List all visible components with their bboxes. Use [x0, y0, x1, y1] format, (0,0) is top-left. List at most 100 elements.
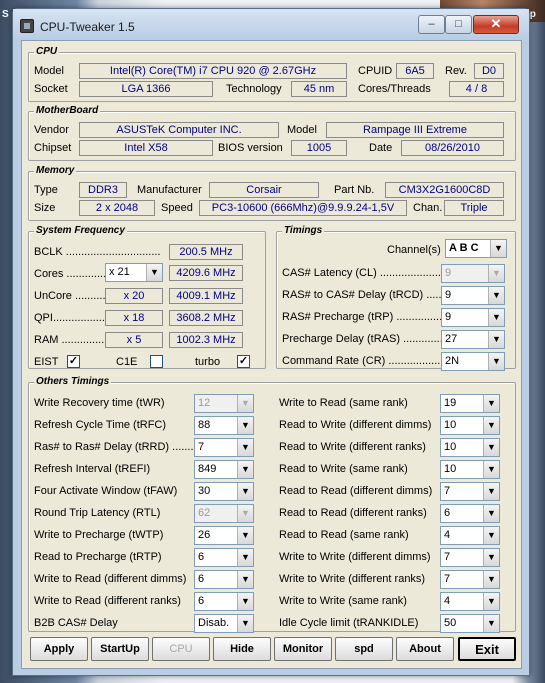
chevron-down-icon[interactable]: ▼ — [237, 571, 253, 588]
others-right-9-select[interactable]: 4 ▼ — [440, 592, 500, 611]
channels-select[interactable]: A B C ▼ — [445, 239, 507, 258]
eist-checkbox[interactable]: ✓ — [67, 355, 80, 368]
others-left-3-select[interactable]: 849 ▼ — [194, 460, 254, 479]
chevron-down-icon[interactable]: ▼ — [237, 593, 253, 610]
turbo-checkbox[interactable]: ✓ — [237, 355, 250, 368]
others-right-7-label: Write to Write (different dimms) — [279, 551, 431, 563]
others-left-10-select[interactable]: Disab. ▼ — [194, 614, 254, 633]
chevron-down-icon[interactable]: ▼ — [483, 461, 499, 478]
chevron-down-icon[interactable]: ▼ — [488, 331, 504, 348]
technology-value: 45 nm — [291, 81, 347, 97]
others-right-5-select[interactable]: 6 ▼ — [440, 504, 500, 523]
socket-label: Socket — [34, 83, 68, 95]
ras-to-cas-delay-value: 9 — [445, 289, 452, 301]
others-timings-group-title: Others Timings — [34, 376, 112, 387]
cpuid-value: 6A5 — [396, 63, 434, 79]
others-right-10-select[interactable]: 50 ▼ — [440, 614, 500, 633]
others-right-6-value: 4 — [444, 529, 451, 541]
hide-button[interactable]: Hide — [213, 637, 271, 661]
others-right-4-select[interactable]: 7 ▼ — [440, 482, 500, 501]
chevron-down-icon[interactable]: ▼ — [483, 395, 499, 412]
command-rate-select[interactable]: 2N ▼ — [441, 352, 505, 371]
chevron-down-icon[interactable]: ▼ — [483, 615, 499, 632]
others-left-1-select[interactable]: 88 ▼ — [194, 416, 254, 435]
timings-group-title: Timings — [282, 225, 325, 236]
chevron-down-icon[interactable]: ▼ — [490, 240, 506, 257]
chevron-down-icon[interactable]: ▼ — [488, 309, 504, 326]
chevron-down-icon[interactable]: ▼ — [483, 417, 499, 434]
ras-precharge-label: RAS# Precharge (tRP) ...................… — [282, 311, 458, 323]
chevron-down-icon[interactable]: ▼ — [146, 264, 162, 281]
channel-value: Triple — [444, 200, 504, 216]
others-right-0-select[interactable]: 19 ▼ — [440, 394, 500, 413]
title-bar[interactable]: CPU-Tweaker 1.5 – □ ✕ — [13, 9, 529, 39]
spd-button[interactable]: spd — [335, 637, 393, 661]
exit-button[interactable]: Exit — [458, 637, 516, 661]
others-right-3-select[interactable]: 10 ▼ — [440, 460, 500, 479]
chevron-down-icon[interactable]: ▼ — [483, 483, 499, 500]
others-left-5-select[interactable]: 62 ▼ — [194, 504, 254, 523]
speed-label: Speed — [161, 202, 193, 214]
others-right-8-select[interactable]: 7 ▼ — [440, 570, 500, 589]
others-left-0-value: 12 — [198, 397, 211, 409]
uncore-freq-value: 4009.1 MHz — [169, 288, 243, 304]
cpuid-label: CPUID — [358, 65, 393, 77]
minimize-button[interactable]: – — [418, 15, 445, 34]
others-right-1-select[interactable]: 10 ▼ — [440, 416, 500, 435]
others-left-4-select[interactable]: 30 ▼ — [194, 482, 254, 501]
others-left-8-select[interactable]: 6 ▼ — [194, 570, 254, 589]
chevron-down-icon[interactable]: ▼ — [237, 549, 253, 566]
apply-button[interactable]: Apply — [30, 637, 88, 661]
manufacturer-label: Manufacturer — [137, 184, 202, 196]
channels-value: A B C — [449, 242, 479, 254]
startup-button[interactable]: StartUp — [91, 637, 149, 661]
chevron-down-icon[interactable]: ▼ — [483, 505, 499, 522]
precharge-delay-label: Precharge Delay (tRAS) .................… — [282, 333, 459, 345]
others-right-7-select[interactable]: 7 ▼ — [440, 548, 500, 567]
others-left-0-select[interactable]: 12 ▼ — [194, 394, 254, 413]
chevron-down-icon[interactable]: ▼ — [237, 615, 253, 632]
chevron-down-icon[interactable]: ▼ — [237, 417, 253, 434]
ras-precharge-select[interactable]: 9 ▼ — [441, 308, 505, 327]
others-left-9-select[interactable]: 6 ▼ — [194, 592, 254, 611]
motherboard-group: MotherBoard Vendor ASUSTeK Computer INC.… — [28, 105, 516, 161]
maximize-button[interactable]: □ — [445, 15, 472, 34]
others-left-7-select[interactable]: 6 ▼ — [194, 548, 254, 567]
monitor-button[interactable]: Monitor — [274, 637, 332, 661]
others-left-4-value: 30 — [198, 485, 211, 497]
chevron-down-icon[interactable]: ▼ — [237, 527, 253, 544]
others-left-7-label: Read to Precharge (tRTP) — [34, 551, 162, 563]
background-corner-text: S — [2, 9, 9, 20]
chevron-down-icon[interactable]: ▼ — [483, 593, 499, 610]
chevron-down-icon[interactable]: ▼ — [488, 353, 504, 370]
chevron-down-icon[interactable]: ▼ — [488, 287, 504, 304]
cpu-button[interactable]: CPU — [152, 637, 210, 661]
cas-latency-select[interactable]: 9 ▼ — [441, 264, 505, 283]
mem-type-label: Type — [34, 184, 58, 196]
system-frequency-group: System Frequency BCLK ..................… — [28, 225, 266, 369]
chevron-down-icon[interactable]: ▼ — [237, 505, 253, 522]
close-button[interactable]: ✕ — [473, 15, 519, 34]
ras-to-cas-delay-select[interactable]: 9 ▼ — [441, 286, 505, 305]
chevron-down-icon[interactable]: ▼ — [483, 527, 499, 544]
others-right-2-select[interactable]: 10 ▼ — [440, 438, 500, 457]
chevron-down-icon[interactable]: ▼ — [483, 549, 499, 566]
chevron-down-icon[interactable]: ▼ — [483, 439, 499, 456]
chevron-down-icon[interactable]: ▼ — [237, 395, 253, 412]
mb-model-label: Model — [287, 124, 317, 136]
others-right-6-select[interactable]: 4 ▼ — [440, 526, 500, 545]
others-left-0-label: Write Recovery time (tWR) — [34, 397, 165, 409]
chevron-down-icon[interactable]: ▼ — [483, 571, 499, 588]
precharge-delay-select[interactable]: 27 ▼ — [441, 330, 505, 349]
chevron-down-icon[interactable]: ▼ — [237, 483, 253, 500]
c1e-checkbox[interactable] — [150, 355, 163, 368]
others-left-6-select[interactable]: 26 ▼ — [194, 526, 254, 545]
chevron-down-icon[interactable]: ▼ — [237, 439, 253, 456]
about-button[interactable]: About — [396, 637, 454, 661]
chevron-down-icon[interactable]: ▼ — [488, 265, 504, 282]
others-left-2-select[interactable]: 7 ▼ — [194, 438, 254, 457]
chevron-down-icon[interactable]: ▼ — [237, 461, 253, 478]
others-right-9-value: 4 — [444, 595, 451, 607]
others-right-1-label: Read to Write (different dimms) — [279, 419, 432, 431]
cores-multiplier-select[interactable]: x 21 ▼ — [105, 263, 163, 282]
